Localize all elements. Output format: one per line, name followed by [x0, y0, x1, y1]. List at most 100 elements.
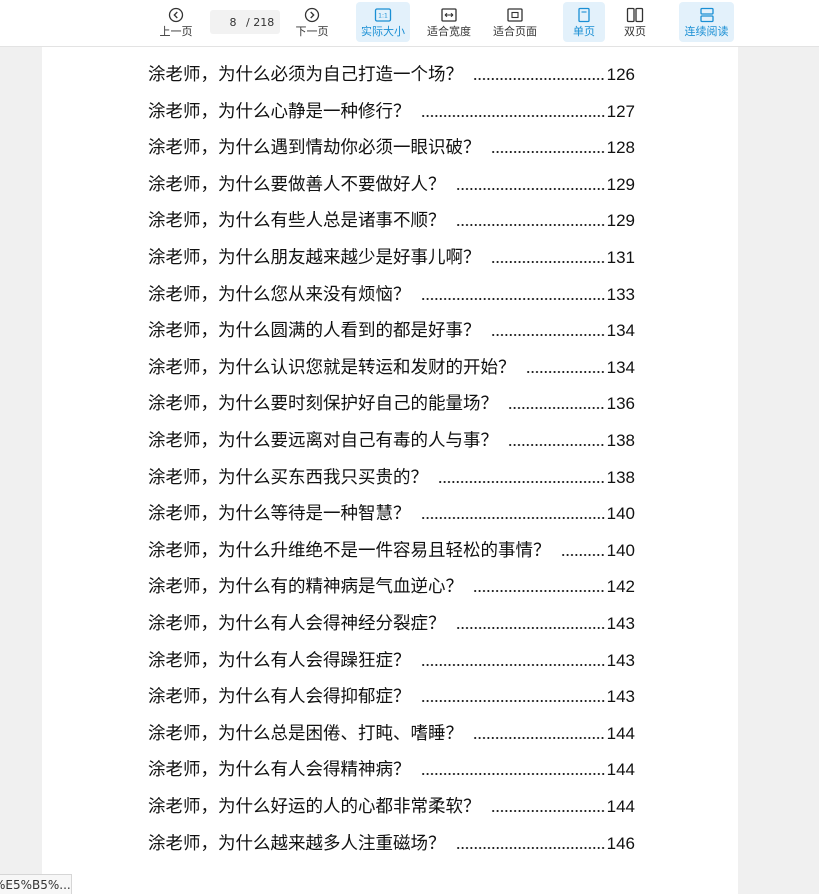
toc-leader-dots — [438, 479, 605, 484]
arrow-right-circle-icon — [304, 7, 320, 23]
toc-entry-title: 涂老师，为什么有些人总是诸事不顺？ — [148, 211, 446, 232]
toc-leader-dots — [490, 150, 605, 155]
toc-entry-title: 涂老师，为什么有人会得躁狂症？ — [148, 650, 411, 671]
toc-entry-page: 134 — [606, 321, 635, 341]
toc-leader-dots — [508, 443, 605, 447]
toc-entry[interactable]: 涂老师，为什么要远离对自己有毒的人与事？ 138 — [148, 426, 635, 452]
toc-entry-page: 144 — [606, 723, 635, 743]
toc-entry[interactable]: 涂老师，为什么朋友越来越少是好事儿啊？ 131 — [148, 243, 635, 269]
toc-leader-dots — [455, 626, 605, 630]
toc-entry-title: 涂老师，为什么总是困倦、打盹、嗜睡？ — [148, 723, 463, 744]
toc-entry-page: 143 — [606, 614, 635, 633]
single-page-icon — [576, 7, 592, 23]
toc-entry-title: 涂老师，为什么要远离对自己有毒的人与事？ — [148, 431, 498, 451]
toc-entry[interactable]: 涂老师，为什么有人会得精神病？ 144 — [148, 755, 635, 781]
next-page-button[interactable]: 下一页 — [290, 2, 334, 42]
toc-entry-title: 涂老师，为什么遇到情劫你必须一眼识破？ — [148, 138, 481, 159]
reader-toolbar: 上一页 8 / 218 下一页 1:1 实际大小 适合宽度 适合页面 单页 双页… — [0, 0, 819, 47]
toc-leader-dots — [420, 699, 605, 704]
toc-entry[interactable]: 涂老师，为什么要时刻保护好自己的能量场？ 136 — [148, 389, 635, 415]
toc-entry-page: 136 — [606, 394, 635, 414]
actual-size-label: 实际大小 — [361, 25, 405, 38]
toc-leader-dots — [455, 223, 605, 228]
toc-entry-page: 138 — [606, 467, 635, 487]
toc-entry[interactable]: 涂老师，为什么好运的人的心都非常柔软？ 144 — [148, 792, 635, 818]
toc-leader-dots — [525, 369, 605, 374]
continuous-read-icon — [698, 7, 716, 23]
toc-entry[interactable]: 涂老师，为什么买东西我只买贵的？ 138 — [148, 463, 635, 489]
toc-entry-title: 涂老师，为什么有的精神病是气血逆心？ — [148, 577, 463, 598]
toc-entry[interactable]: 涂老师，为什么必须为自己打造一个场？ 126 — [148, 60, 635, 86]
toc-entry-page: 140 — [606, 504, 635, 524]
toc-leader-dots — [473, 735, 605, 740]
double-page-icon — [626, 7, 644, 23]
toc-leader-dots — [420, 516, 605, 521]
toc-entry[interactable]: 涂老师，为什么有人会得神经分裂症？ 143 — [148, 609, 635, 635]
toc-entry-title: 涂老师，为什么心静是一种修行？ — [148, 101, 411, 122]
toc-entry-title: 涂老师，为什么升维绝不是一件容易且轻松的事情？ — [148, 540, 551, 561]
fit-page-label: 适合页面 — [493, 25, 537, 38]
toc-entry[interactable]: 涂老师，为什么您从来没有烦恼？ 133 — [148, 280, 635, 306]
double-page-label: 双页 — [624, 25, 646, 38]
toc-leader-dots — [490, 809, 605, 813]
toc-leader-dots — [490, 333, 605, 338]
toc-entry[interactable]: 涂老师，为什么等待是一种智慧？ 140 — [148, 499, 635, 525]
toc-entry[interactable]: 涂老师，为什么越来越多人注重磁场？ 146 — [148, 829, 635, 855]
toc-entry-page: 129 — [606, 174, 635, 194]
toc-entry[interactable]: 涂老师，为什么有人会得抑郁症？ 143 — [148, 682, 635, 708]
page-total: / 218 — [246, 15, 275, 29]
actual-size-button[interactable]: 1:1 实际大小 — [356, 2, 410, 42]
toc-leader-dots — [508, 406, 605, 411]
toc-entry-page: 138 — [606, 431, 635, 450]
fit-width-button[interactable]: 适合宽度 — [422, 2, 476, 42]
toc-leader-dots — [420, 662, 605, 667]
fit-page-button[interactable]: 适合页面 — [488, 2, 542, 42]
toc-entry-page: 144 — [606, 760, 635, 780]
toc-leader-dots — [455, 186, 605, 191]
arrow-left-circle-icon — [168, 7, 184, 23]
toc-leader-dots — [473, 77, 605, 81]
toc-entry[interactable]: 涂老师，为什么有些人总是诸事不顺？ 129 — [148, 206, 635, 232]
toc-entry[interactable]: 涂老师，为什么总是困倦、打盹、嗜睡？ 144 — [148, 719, 635, 745]
toc-leader-dots — [490, 260, 605, 264]
toc-leader-dots — [560, 552, 605, 557]
toc-entry-title: 涂老师，为什么必须为自己打造一个场？ — [148, 65, 463, 85]
prev-page-label: 上一页 — [159, 25, 193, 38]
toc-entry-page: 126 — [606, 65, 635, 84]
toc-entry-page: 128 — [606, 138, 635, 158]
toc-entry-title: 涂老师，为什么朋友越来越少是好事儿啊？ — [148, 248, 481, 268]
toc-entry[interactable]: 涂老师，为什么认识您就是转运和发财的开始？ 134 — [148, 353, 635, 379]
toc-entry-title: 涂老师，为什么您从来没有烦恼？ — [148, 284, 411, 305]
next-page-label: 下一页 — [295, 25, 329, 38]
toc-entry[interactable]: 涂老师，为什么升维绝不是一件容易且轻松的事情？ 140 — [148, 536, 635, 562]
svg-text:1:1: 1:1 — [378, 13, 388, 20]
toc-entry-page: 134 — [606, 357, 635, 377]
toc-entry[interactable]: 涂老师，为什么要做善人不要做好人？ 129 — [148, 170, 635, 196]
prev-page-button[interactable]: 上一页 — [154, 2, 198, 42]
single-page-button[interactable]: 单页 — [563, 2, 605, 42]
page-number-box[interactable]: 8 / 218 — [210, 10, 280, 34]
page-number-input[interactable]: 8 — [226, 16, 240, 29]
single-page-label: 单页 — [573, 25, 595, 38]
toc-entry[interactable]: 涂老师，为什么有人会得躁狂症？ 143 — [148, 646, 635, 672]
continuous-read-button[interactable]: 连续阅读 — [679, 2, 734, 42]
toc-entry-title: 涂老师，为什么有人会得精神病？ — [148, 760, 411, 781]
double-page-button[interactable]: 双页 — [614, 2, 656, 42]
toc-entry-page: 143 — [606, 650, 635, 670]
toc-entry[interactable]: 涂老师，为什么有的精神病是气血逆心？ 142 — [148, 572, 635, 598]
toc-entry[interactable]: 涂老师，为什么心静是一种修行？ 127 — [148, 97, 635, 123]
toc-entry-title: 涂老师，为什么好运的人的心都非常柔软？ — [148, 797, 481, 817]
fit-width-icon — [440, 7, 458, 23]
toc-entry-page: 143 — [606, 687, 635, 707]
toc-entry[interactable]: 涂老师，为什么遇到情劫你必须一眼识破？ 128 — [148, 133, 635, 159]
toc-leader-dots — [473, 589, 605, 594]
toc-entry[interactable]: 涂老师，为什么圆满的人看到的都是好事？ 134 — [148, 316, 635, 342]
toc-entry-title: 涂老师，为什么有人会得神经分裂症？ — [148, 614, 446, 634]
toc-entry-page: 146 — [606, 833, 635, 853]
toc-entry-page: 127 — [606, 101, 635, 121]
toc-entry-title: 涂老师，为什么越来越多人注重磁场？ — [148, 833, 446, 854]
toc-entry-page: 129 — [606, 211, 635, 231]
toc-entry-title: 涂老师，为什么认识您就是转运和发财的开始？ — [148, 357, 516, 378]
toc-entry-title: 涂老师，为什么要时刻保护好自己的能量场？ — [148, 394, 498, 415]
toc-entry-title: 涂老师，为什么圆满的人看到的都是好事？ — [148, 321, 481, 342]
